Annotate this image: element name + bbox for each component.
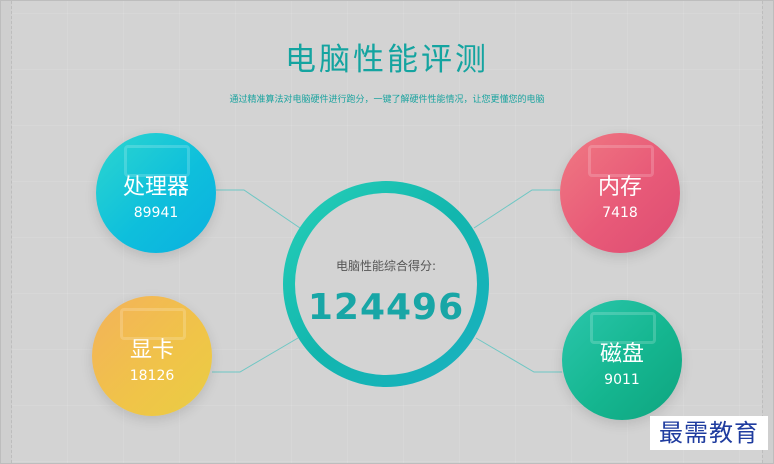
connector-cpu (216, 189, 301, 229)
memory-score-card[interactable]: 内存 7418 (560, 133, 680, 253)
gpu-label: 显卡 (129, 338, 174, 363)
cpu-score: 89941 (133, 205, 179, 221)
memory-score: 7418 (602, 205, 638, 221)
total-score-panel: 电脑性能综合得分: 124496 (295, 193, 477, 375)
gpu-score-card[interactable]: 显卡 18126 (92, 296, 212, 416)
connector-memory (473, 189, 560, 229)
cpu-score-card[interactable]: 处理器 89941 (96, 133, 216, 253)
connector-disk (475, 337, 562, 373)
total-score-value: 124496 (307, 287, 465, 328)
memory-label: 内存 (597, 175, 642, 200)
disk-label: 磁盘 (599, 342, 644, 367)
disk-score: 9011 (604, 372, 640, 388)
connector-gpu (212, 337, 299, 373)
disk-score-card[interactable]: 磁盘 9011 (562, 300, 682, 420)
cpu-label: 处理器 (122, 175, 189, 200)
total-score-caption: 电脑性能综合得分: (335, 259, 437, 273)
watermark-logo: 最需教育 (650, 416, 768, 450)
gpu-score: 18126 (129, 368, 175, 384)
total-score-ring: 电脑性能综合得分: 124496 (283, 181, 489, 387)
